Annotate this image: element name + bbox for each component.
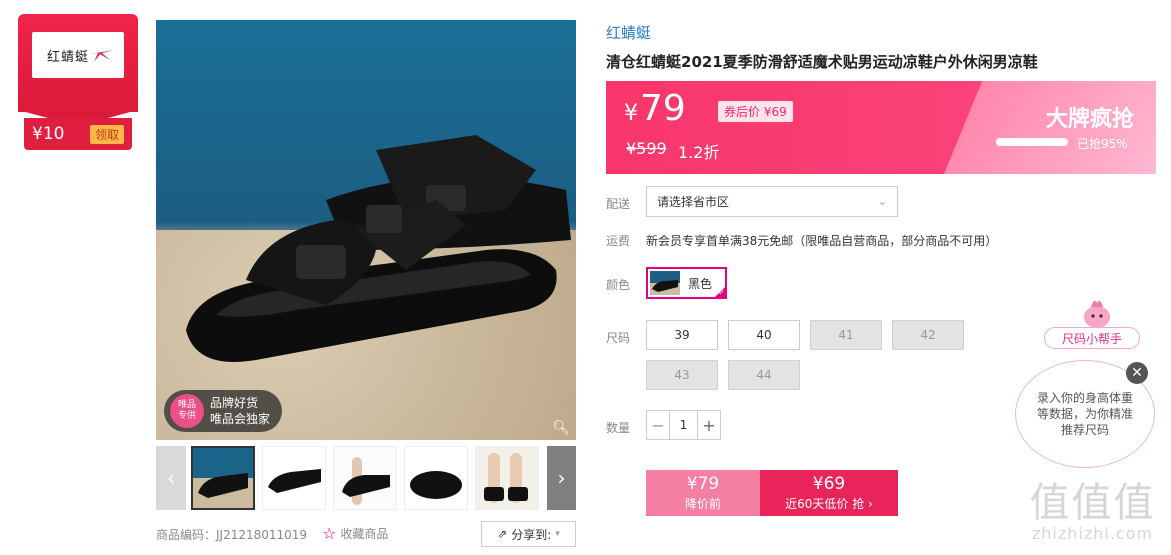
delivery-select-value: 请选择省市区: [657, 195, 730, 209]
promo-progress-bar: [996, 138, 1068, 146]
promo-progress-fill: [996, 138, 1065, 146]
color-option-black[interactable]: 黑色 ✓: [646, 267, 727, 299]
dragonfly-icon: [90, 50, 114, 62]
brand-card-background: 红蜻蜓: [18, 14, 138, 126]
checkmark-icon: ✓: [718, 288, 725, 297]
watermark-url: zhizhizhi.com: [1031, 524, 1154, 543]
promo-title: 大牌疯抢: [1046, 107, 1135, 132]
promo-sold-percent: 已抢95%: [1077, 137, 1128, 151]
sandal-illustration: [186, 135, 571, 362]
thumbnail-prev-button[interactable]: ‹: [156, 446, 186, 510]
product-title: 清仓红蜻蜓2021夏季防滑舒适魔术贴男运动凉鞋户外休闲男凉鞋: [606, 53, 1038, 71]
original-price: ¥599: [626, 139, 667, 158]
star-icon: ☆: [322, 524, 337, 543]
quantity-plus-button[interactable]: +: [698, 411, 720, 439]
chevron-right-icon: ›: [557, 466, 566, 490]
thumbnail-2[interactable]: [262, 446, 326, 510]
chevron-down-icon: ⌄: [877, 195, 887, 208]
price-banner: ¥79 券后价 ¥69 ¥599 1.2折 大牌疯抢 已抢95%: [606, 81, 1156, 174]
coupon-strip: ¥10 领取: [24, 118, 132, 150]
product-code: 商品编码：JJ21218011019: [156, 528, 308, 542]
coupon-amount: ¥10: [32, 124, 65, 144]
thumbnail-sandal-image: [263, 447, 325, 509]
vip-exclusive-badge: 唯品 专供 品牌好货 唯品会独家: [164, 390, 282, 432]
thumbnail-worn-sandal-image: [476, 447, 538, 509]
favorite-button[interactable]: ☆ 收藏商品: [322, 524, 388, 543]
brand-coupon-card: 红蜻蜓 ¥10 领取: [18, 14, 138, 152]
thumbnail-1[interactable]: [191, 446, 255, 510]
currency-symbol: ¥: [624, 101, 638, 126]
freight-text: 新会员专享首单满38元免邮（限唯品自营商品，部分商品不可用）: [646, 234, 998, 248]
color-swatch-image: [650, 271, 680, 295]
close-icon[interactable]: ✕: [1126, 362, 1148, 384]
size-option-43: 43: [646, 360, 718, 390]
chevron-left-icon: ‹: [167, 466, 175, 490]
size-label: 尺码: [606, 331, 631, 345]
thumbnail-3[interactable]: [333, 446, 397, 510]
buy-original-price-button[interactable]: ¥79 降价前: [646, 470, 760, 516]
buy-before-price: ¥79: [686, 474, 720, 494]
buy-after-label: 近60天低价 抢 ›: [785, 497, 873, 511]
vip-badge-circle: 唯品 专供: [170, 394, 204, 428]
thumbnail-5[interactable]: [475, 446, 539, 510]
vip-badge-text: 品牌好货 唯品会独家: [210, 395, 270, 427]
watermark: 值值值 zhizhizhi.com: [1020, 470, 1165, 550]
claim-coupon-button[interactable]: 领取: [89, 124, 124, 144]
current-price: ¥79: [624, 88, 686, 129]
freight-label: 运费: [606, 234, 631, 248]
share-icon: ⇗: [497, 527, 508, 541]
size-option-41: 41: [810, 320, 882, 350]
vip-badge-line2: 唯品会独家: [210, 412, 271, 426]
watermark-logo: 值值值: [1029, 480, 1156, 526]
buy-low-price-button[interactable]: ¥69 近60天低价 抢 ›: [760, 470, 898, 516]
favorite-label: 收藏商品: [340, 527, 389, 541]
buy-before-label: 降价前: [684, 497, 721, 511]
thumbnail-sole-image: [405, 447, 467, 509]
quantity-label: 数量: [606, 421, 631, 435]
quantity-minus-button[interactable]: −: [647, 411, 669, 439]
quantity-value[interactable]: 1: [669, 411, 698, 439]
delivery-region-select[interactable]: 请选择省市区 ⌄: [646, 186, 898, 217]
color-option-label: 黑色: [688, 276, 713, 291]
size-option-40[interactable]: 40: [728, 320, 800, 350]
main-product-image[interactable]: 唯品 专供 品牌好货 唯品会独家 🔍︎: [156, 20, 576, 440]
vip-badge-line1: 品牌好货: [210, 396, 259, 410]
quantity-stepper: − 1 +: [646, 410, 721, 440]
delivery-label: 配送: [606, 197, 631, 211]
thumbnail-sandal-image: [334, 447, 396, 509]
mascot-icon: [1084, 300, 1110, 328]
size-option-44: 44: [728, 360, 800, 390]
chevron-down-icon: ▾: [555, 529, 560, 539]
thumbnail-next-button[interactable]: ›: [547, 446, 576, 510]
zoom-icon[interactable]: 🔍︎: [552, 420, 570, 436]
buy-after-price: ¥69: [812, 474, 846, 494]
brand-logo[interactable]: 红蜻蜓: [32, 32, 124, 78]
discount-rate: 1.2折: [678, 143, 720, 162]
thumbnail-sandal-image: [193, 448, 253, 508]
share-label: 分享到:: [511, 527, 552, 542]
after-coupon-price: 券后价 ¥69: [718, 101, 793, 122]
brand-logo-text: 红蜻蜓: [46, 49, 89, 65]
current-price-value: 79: [640, 88, 686, 129]
brand-link[interactable]: 红蜻蜓: [606, 22, 651, 43]
thumbnail-4[interactable]: [404, 446, 468, 510]
share-button[interactable]: ⇗ 分享到: ▾: [481, 521, 576, 547]
color-label: 颜色: [606, 278, 631, 292]
size-helper-button[interactable]: 尺码小帮手: [1044, 327, 1140, 349]
size-option-39[interactable]: 39: [646, 320, 718, 350]
size-option-42: 42: [892, 320, 964, 350]
